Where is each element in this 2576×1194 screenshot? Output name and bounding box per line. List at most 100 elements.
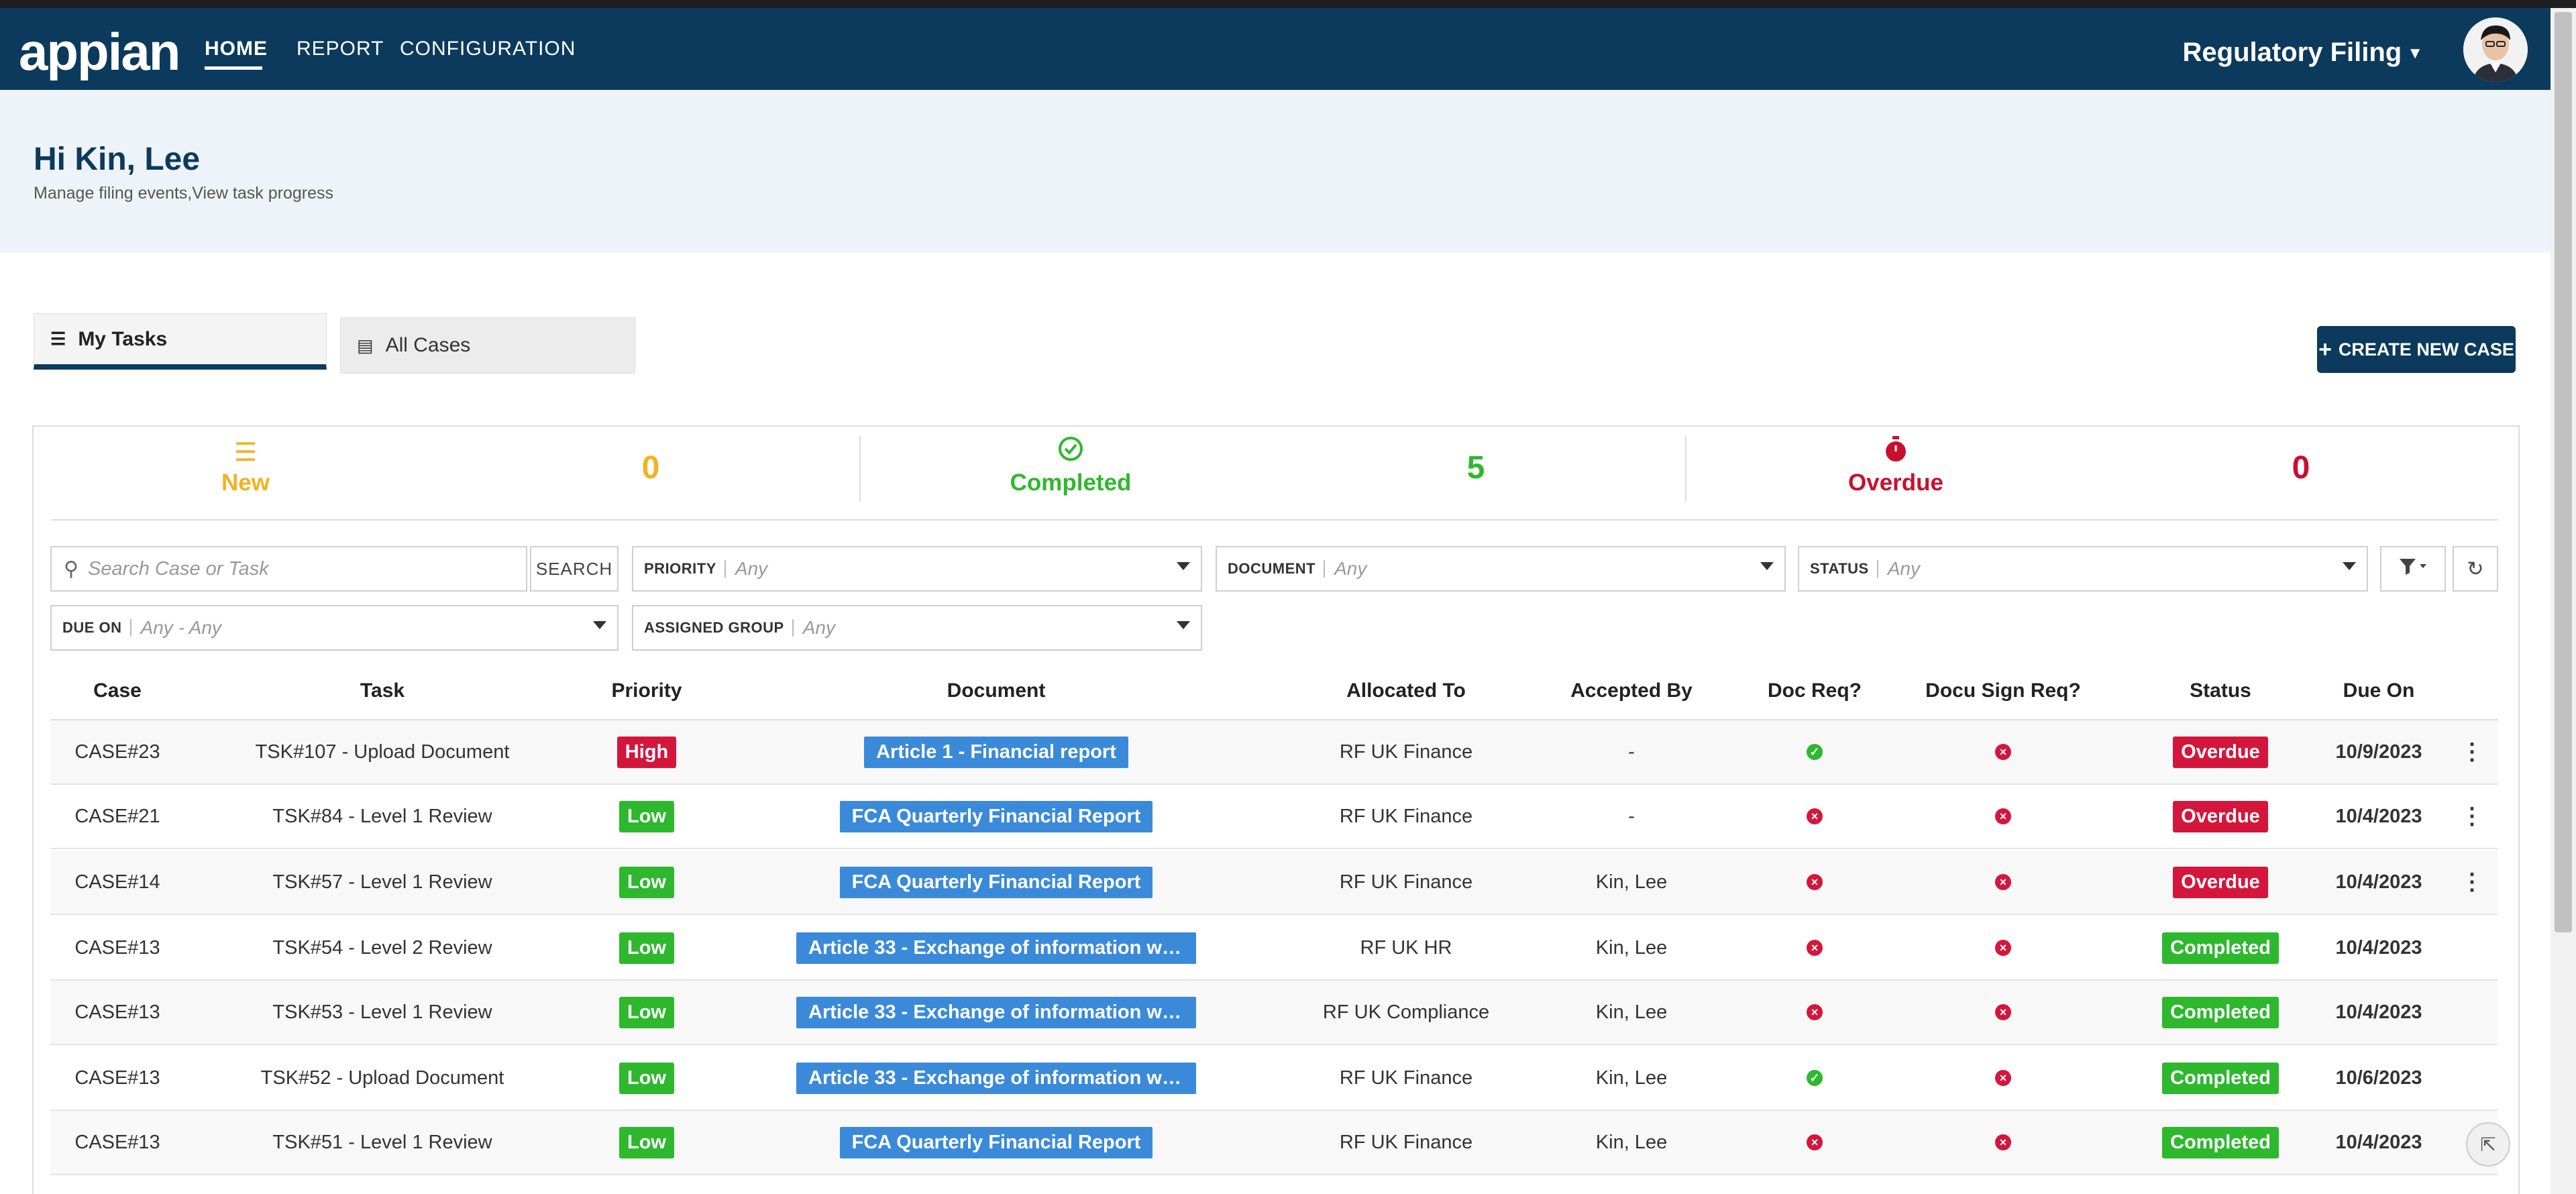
docu-sign-req-cell: × [1869, 851, 2137, 914]
document-badge[interactable]: Article 1 - Financial report [864, 736, 1128, 768]
case-cell: CASE#21 [50, 785, 184, 848]
task-link[interactable]: TSK#107 - Upload Document [256, 741, 510, 763]
status-value: Any [1887, 558, 1920, 579]
document-cell: FCA Quarterly Financial Report [795, 851, 1197, 914]
top-navigation-bar: appian HOME REPORT CONFIGURATION Regulat… [0, 8, 2551, 90]
kebab-menu-icon[interactable]: ⋮ [2461, 869, 2483, 895]
case-id[interactable]: CASE#13 [74, 937, 160, 959]
task-cell: TSK#57 - Level 1 Review [248, 851, 517, 914]
status-cell: Completed [2153, 1111, 2288, 1174]
due-on-cell: 10/4/2023 [2312, 916, 2446, 979]
column-header-status[interactable]: Status [2153, 680, 2288, 702]
column-header-allocated-to[interactable]: Allocated To [1272, 680, 1540, 702]
column-header-case[interactable]: Case [50, 680, 184, 702]
column-header-accepted-by[interactable]: Accepted By [1531, 680, 1732, 702]
case-id[interactable]: CASE#14 [74, 871, 160, 893]
allocated-to: RF UK Finance [1339, 1067, 1473, 1089]
allocated-to-cell: RF UK Finance [1272, 720, 1540, 783]
search-button[interactable]: SEARCH [530, 546, 619, 592]
avatar-image [2463, 17, 2528, 82]
scrollbar-thumb[interactable] [2555, 12, 2572, 932]
check-circle-icon: ✓ [1807, 1070, 1823, 1086]
due-on-cell: 10/9/2023 [2312, 720, 2446, 783]
accepted-by: - [1628, 805, 1635, 827]
task-link[interactable]: TSK#84 - Level 1 Review [272, 806, 492, 828]
table-row[interactable]: CASE#21 TSK#84 - Level 1 Review Low FCA Qua… [50, 785, 2498, 849]
priority-dropdown[interactable]: PRIORITY Any [632, 546, 1202, 592]
assigned-group-label: ASSIGNED GROUP [644, 619, 794, 637]
document-badge[interactable]: FCA Quarterly Financial Report [839, 866, 1153, 898]
priority-cell: High [580, 720, 714, 783]
table-row[interactable]: CASE#23 TSK#107 - Upload Document High Arti… [50, 720, 2498, 785]
allocated-to-cell: RF UK Finance [1272, 1111, 1540, 1174]
cursor-helper-button[interactable]: ⇱ [2466, 1122, 2510, 1166]
chevron-down-icon [1177, 562, 1190, 570]
create-new-case-button[interactable]: + CREATE NEW CASE [2317, 326, 2516, 373]
document-dropdown[interactable]: DOCUMENT Any [1216, 546, 1786, 592]
case-id[interactable]: CASE#13 [74, 1067, 160, 1089]
docu-sign-req-cell: × [1869, 916, 2137, 979]
x-circle-icon: × [1995, 1004, 2011, 1020]
user-avatar[interactable] [2463, 17, 2528, 82]
column-header-task[interactable]: Task [248, 680, 517, 702]
search-icon: ⚲ [64, 557, 78, 580]
priority-badge: Low [619, 1062, 674, 1094]
allocated-to: RF UK Finance [1339, 805, 1473, 827]
column-header-due-on[interactable]: Due On [2312, 680, 2446, 702]
task-link[interactable]: TSK#52 - Upload Document [261, 1067, 504, 1089]
nav-report[interactable]: REPORT [297, 38, 384, 60]
task-link[interactable]: TSK#53 - Level 1 Review [272, 1001, 492, 1024]
case-id[interactable]: CASE#23 [74, 741, 160, 763]
priority-label: PRIORITY [644, 560, 726, 578]
tab-my-tasks[interactable]: ☰ My Tasks [34, 313, 327, 370]
case-id[interactable]: CASE#21 [74, 806, 160, 828]
nav-configuration[interactable]: CONFIGURATION [400, 38, 576, 60]
document-badge[interactable]: Article 33 - Exchange of information wit… [796, 1062, 1196, 1094]
document-cell: Article 33 - Exchange of information wit… [795, 981, 1197, 1044]
search-input[interactable]: ⚲ Search Case or Task [50, 546, 527, 592]
table-row[interactable]: CASE#13 TSK#52 - Upload Document Low Articl… [50, 1046, 2498, 1111]
kebab-menu-icon[interactable]: ⋮ [2461, 739, 2483, 765]
column-header-document[interactable]: Document [795, 680, 1197, 702]
case-id[interactable]: CASE#13 [74, 1132, 160, 1154]
nav-home[interactable]: HOME [205, 38, 268, 60]
appian-logo[interactable]: appian [19, 21, 180, 83]
table-row[interactable]: CASE#13 TSK#53 - Level 1 Review Low Article… [50, 981, 2498, 1045]
due-date: 10/4/2023 [2335, 936, 2422, 959]
kebab-menu-icon[interactable]: ⋮ [2461, 803, 2483, 830]
case-id[interactable]: CASE#13 [74, 1001, 160, 1024]
allocated-to-cell: RF UK Finance [1272, 1046, 1540, 1109]
refresh-button[interactable]: ↻ [2453, 546, 2498, 592]
tab-all-cases[interactable]: ▤ All Cases [340, 317, 635, 374]
x-circle-icon: × [1995, 1134, 2011, 1150]
column-header-docu-sign-req[interactable]: Docu Sign Req? [1869, 680, 2137, 702]
app-switcher[interactable]: Regulatory Filing ▼ [2183, 38, 2423, 68]
priority-value: Any [735, 558, 768, 579]
allocated-to: RF UK Finance [1339, 741, 1473, 763]
task-link[interactable]: TSK#51 - Level 1 Review [272, 1132, 492, 1154]
table-row[interactable]: CASE#14 TSK#57 - Level 1 Review Low FCA Qua… [50, 851, 2498, 915]
status-dropdown[interactable]: STATUS Any [1798, 546, 2368, 592]
column-header-priority[interactable]: Priority [580, 680, 714, 702]
filter-menu-button[interactable] [2380, 546, 2446, 592]
nav-active-underline [205, 66, 262, 70]
table-row[interactable]: CASE#13 TSK#51 - Level 1 Review Low FCA Qua… [50, 1111, 2498, 1175]
task-link[interactable]: TSK#54 - Level 2 Review [272, 937, 492, 959]
assigned-group-dropdown[interactable]: ASSIGNED GROUP Any [632, 605, 1202, 651]
accepted-by-cell: Kin, Lee [1531, 916, 1732, 979]
task-cell: TSK#54 - Level 2 Review [248, 916, 517, 979]
stat-new-label: New [221, 470, 270, 496]
stopwatch-icon [1876, 436, 1916, 470]
table-row[interactable]: CASE#13 TSK#54 - Level 2 Review Low Article… [50, 916, 2498, 981]
priority-cell: Low [580, 851, 714, 914]
chevron-down-icon [1760, 562, 1774, 570]
due-on-dropdown[interactable]: DUE ON Any - Any [50, 605, 619, 651]
accepted-by: Kin, Lee [1595, 1067, 1668, 1089]
task-link[interactable]: TSK#57 - Level 1 Review [272, 871, 492, 893]
document-badge[interactable]: FCA Quarterly Financial Report [839, 800, 1153, 832]
document-badge[interactable]: Article 33 - Exchange of information wit… [796, 932, 1196, 964]
document-badge[interactable]: FCA Quarterly Financial Report [839, 1126, 1153, 1158]
allocated-to: RF UK Finance [1339, 871, 1473, 893]
status-badge: Completed [2162, 932, 2279, 964]
document-badge[interactable]: Article 33 - Exchange of information wit… [796, 996, 1196, 1028]
